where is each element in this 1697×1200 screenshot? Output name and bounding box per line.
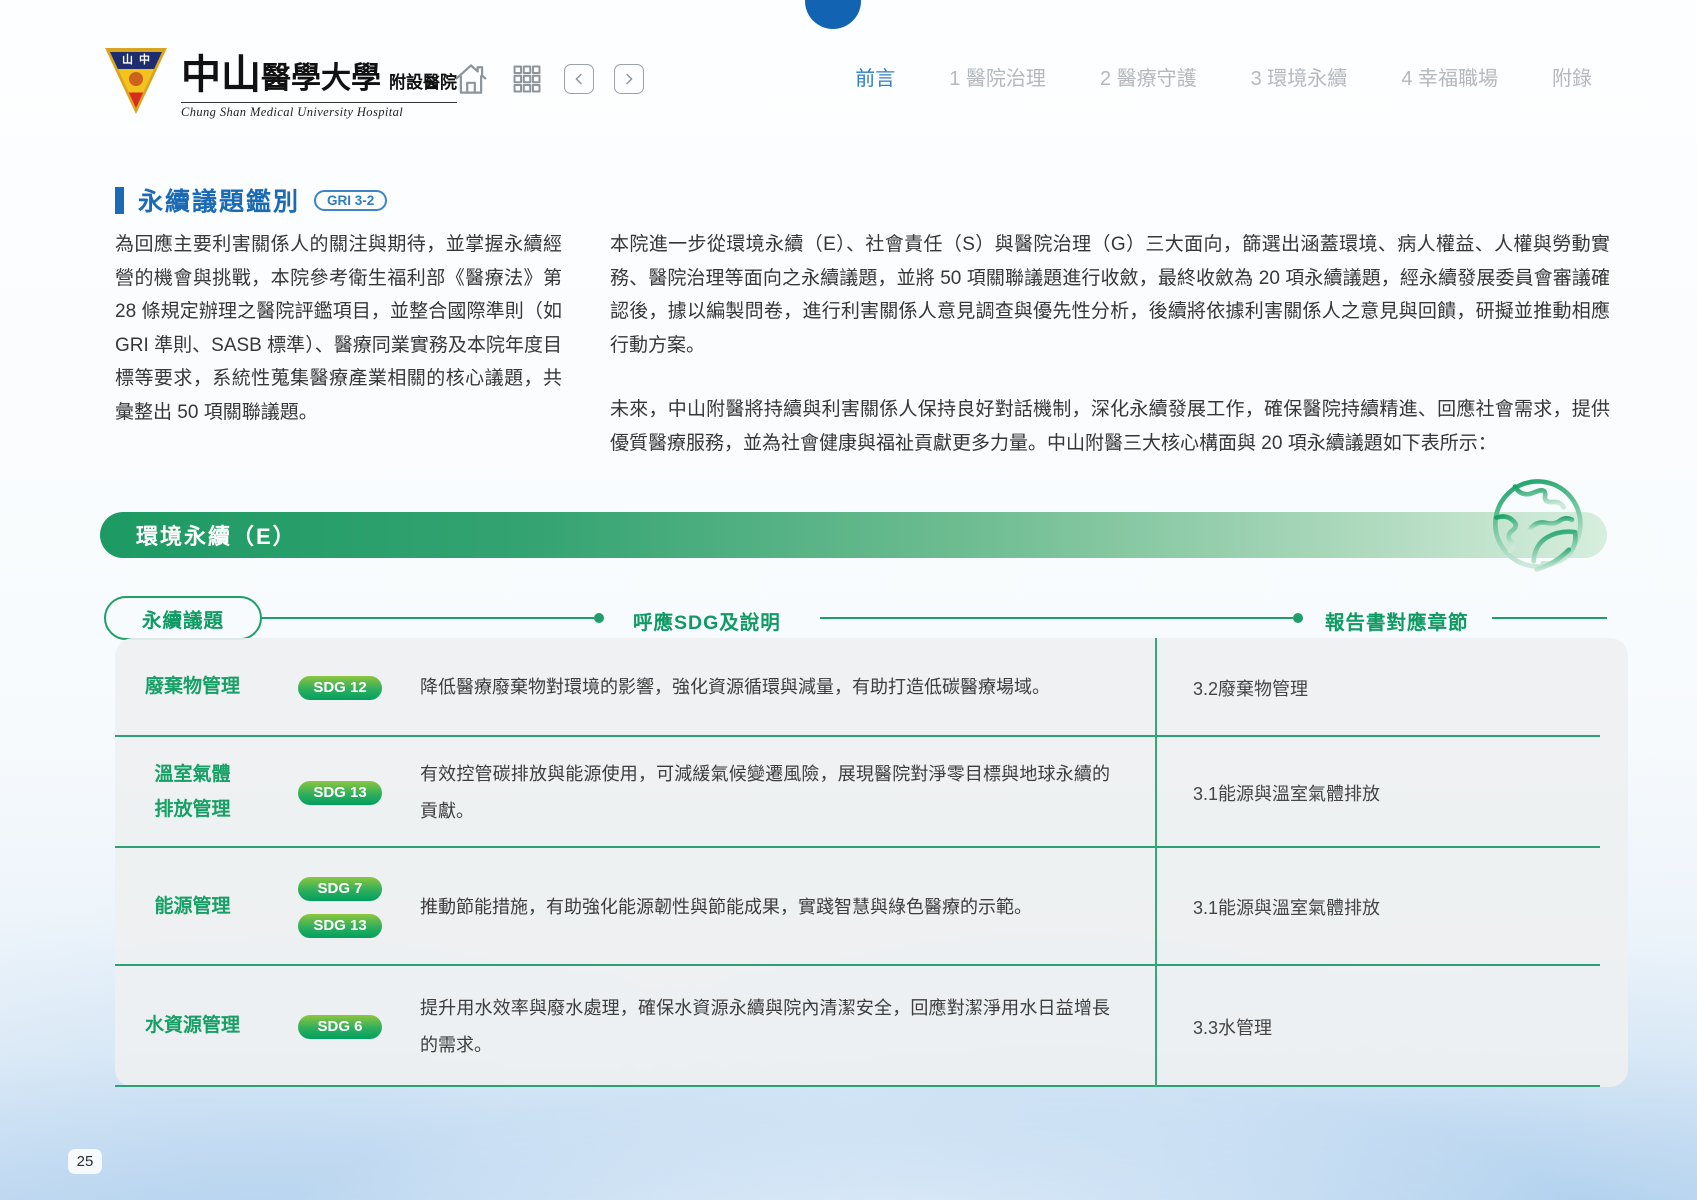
logo-title-en: Chung Shan Medical University Hospital [181,102,457,120]
table-body: 廢棄物管理 SDG 12 降低醫療廢棄物對環境的影響，強化資源循環與減量，有助打… [115,638,1628,1087]
connector-line [820,617,1293,619]
sdg-badge: SDG 13 [298,781,382,805]
description-cell: 推動節能措施，有助強化能源韌性與節能成果，實踐智慧與綠色醫療的示範。 [410,848,1155,966]
chapter-cell: 3.2廢棄物管理 [1155,638,1628,737]
nav-item[interactable]: 2 醫療守護 [1100,62,1197,91]
next-page-icon[interactable] [614,64,644,94]
right-paragraph-1: 本院進一步從環境永續（E）、社會責任（S）與醫院治理（G）三大面向，篩選出涵蓋環… [610,228,1610,362]
nav-item[interactable]: 3 環境永續 [1251,62,1348,91]
sdg-badges: SDG 7 SDG 13 [270,848,410,966]
hospital-logo: 山中 中山醫學大學附設醫院 Chung Shan Medical Univers… [105,42,457,120]
section-heading: 永續議題鑑別 GRI 3-2 [115,182,387,218]
topic-cell: 溫室氣體 排放管理 [115,737,270,848]
banner-title: 環境永續（E） [100,519,297,551]
home-icon[interactable] [452,60,490,98]
chapter-cell: 3.1能源與溫室氣體排放 [1155,848,1628,966]
sdg-badge: SDG 6 [298,1015,382,1039]
chapter-cell: 3.3水管理 [1155,966,1628,1087]
sdg-badges: SDG 12 [270,638,410,737]
topic-cell: 廢棄物管理 [115,638,270,737]
description-cell: 降低醫療廢棄物對環境的影響，強化資源循環與減量，有助打造低碳醫療場域。 [410,638,1155,737]
prev-page-icon[interactable] [564,64,594,94]
table-row: 能源管理 SDG 7 SDG 13 推動節能措施，有助強化能源韌性與節能成果，實踐… [115,848,1628,966]
column-divider [1155,638,1157,1087]
intro-paragraphs-right: 本院進一步從環境永續（E）、社會責任（S）與醫院治理（G）三大面向，篩選出涵蓋環… [610,228,1610,460]
top-blue-dot [805,0,861,29]
emblem-text: 山中 [105,51,167,67]
chapter-cell: 3.1能源與溫室氣體排放 [1155,737,1628,848]
earth-leaf-icon [1486,470,1600,584]
sustainability-table: 廢棄物管理 SDG 12 降低醫療廢棄物對環境的影響，強化資源循環與減量，有助打… [115,638,1628,1087]
connector-dot [594,613,604,623]
intro-paragraph-left: 為回應主要利害關係人的關注與期待，並掌握永續經營的機會與挑戰，本院參考衛生福利部… [115,228,562,429]
table-header-sdg: 呼應SDG及說明 [633,606,781,635]
connector-line [1492,617,1607,619]
page-number: 25 [68,1149,102,1174]
environment-banner: 環境永續（E） [100,512,1607,558]
main-nav: 前言 1 醫院治理 2 醫療守護 3 環境永續 4 幸福職場 附錄 [855,62,1592,91]
logo-title-zh: 中山醫學大學附設醫院 [181,42,457,100]
sdg-badges: SDG 6 [270,966,410,1087]
hospital-emblem: 山中 [105,48,167,114]
sdg-badge: SDG 13 [298,914,382,938]
table-row: 溫室氣體 排放管理 SDG 13 有效控管碳排放與能源使用，可減緩氣候變遷風險，… [115,737,1628,848]
grid-toc-icon[interactable] [510,62,544,96]
connector-dot [1293,613,1303,623]
emblem-crest [129,72,143,86]
connector-line [262,617,594,619]
table-row: 廢棄物管理 SDG 12 降低醫療廢棄物對環境的影響，強化資源循環與減量，有助打… [115,638,1628,737]
topic-cell: 能源管理 [115,848,270,966]
nav-item[interactable]: 4 幸福職場 [1401,62,1498,91]
sdg-badge: SDG 7 [298,877,382,901]
nav-item[interactable]: 前言 [855,62,895,91]
description-cell: 提升用水效率與廢水處理，確保水資源永續與院內清潔安全，回應對潔淨用水日益增長的需… [410,966,1155,1087]
right-paragraph-2: 未來，中山附醫將持續與利害關係人保持良好對話機制，深化永續發展工作，確保醫院持續… [610,393,1610,460]
description-cell: 有效控管碳排放與能源使用，可減緩氣候變遷風險，展現醫院對淨零目標與地球永續的貢獻… [410,737,1155,848]
gri-badge: GRI 3-2 [314,190,387,211]
nav-item[interactable]: 1 醫院治理 [949,62,1046,91]
table-header-topic: 永續議題 [104,596,262,640]
viewer-controls [452,60,644,98]
nav-item[interactable]: 附錄 [1552,62,1592,91]
table-row: 水資源管理 SDG 6 提升用水效率與廢水處理，確保水資源永續與院內清潔安全，回… [115,966,1628,1087]
heading-accent-bar [115,187,124,214]
page-title: 永續議題鑑別 [138,182,300,218]
sdg-badges: SDG 13 [270,737,410,848]
sdg-badge: SDG 12 [298,676,382,700]
table-header-chapter: 報告書對應章節 [1325,606,1469,635]
report-page: 山中 中山醫學大學附設醫院 Chung Shan Medical Univers… [0,0,1697,1200]
topic-cell: 水資源管理 [115,966,270,1087]
